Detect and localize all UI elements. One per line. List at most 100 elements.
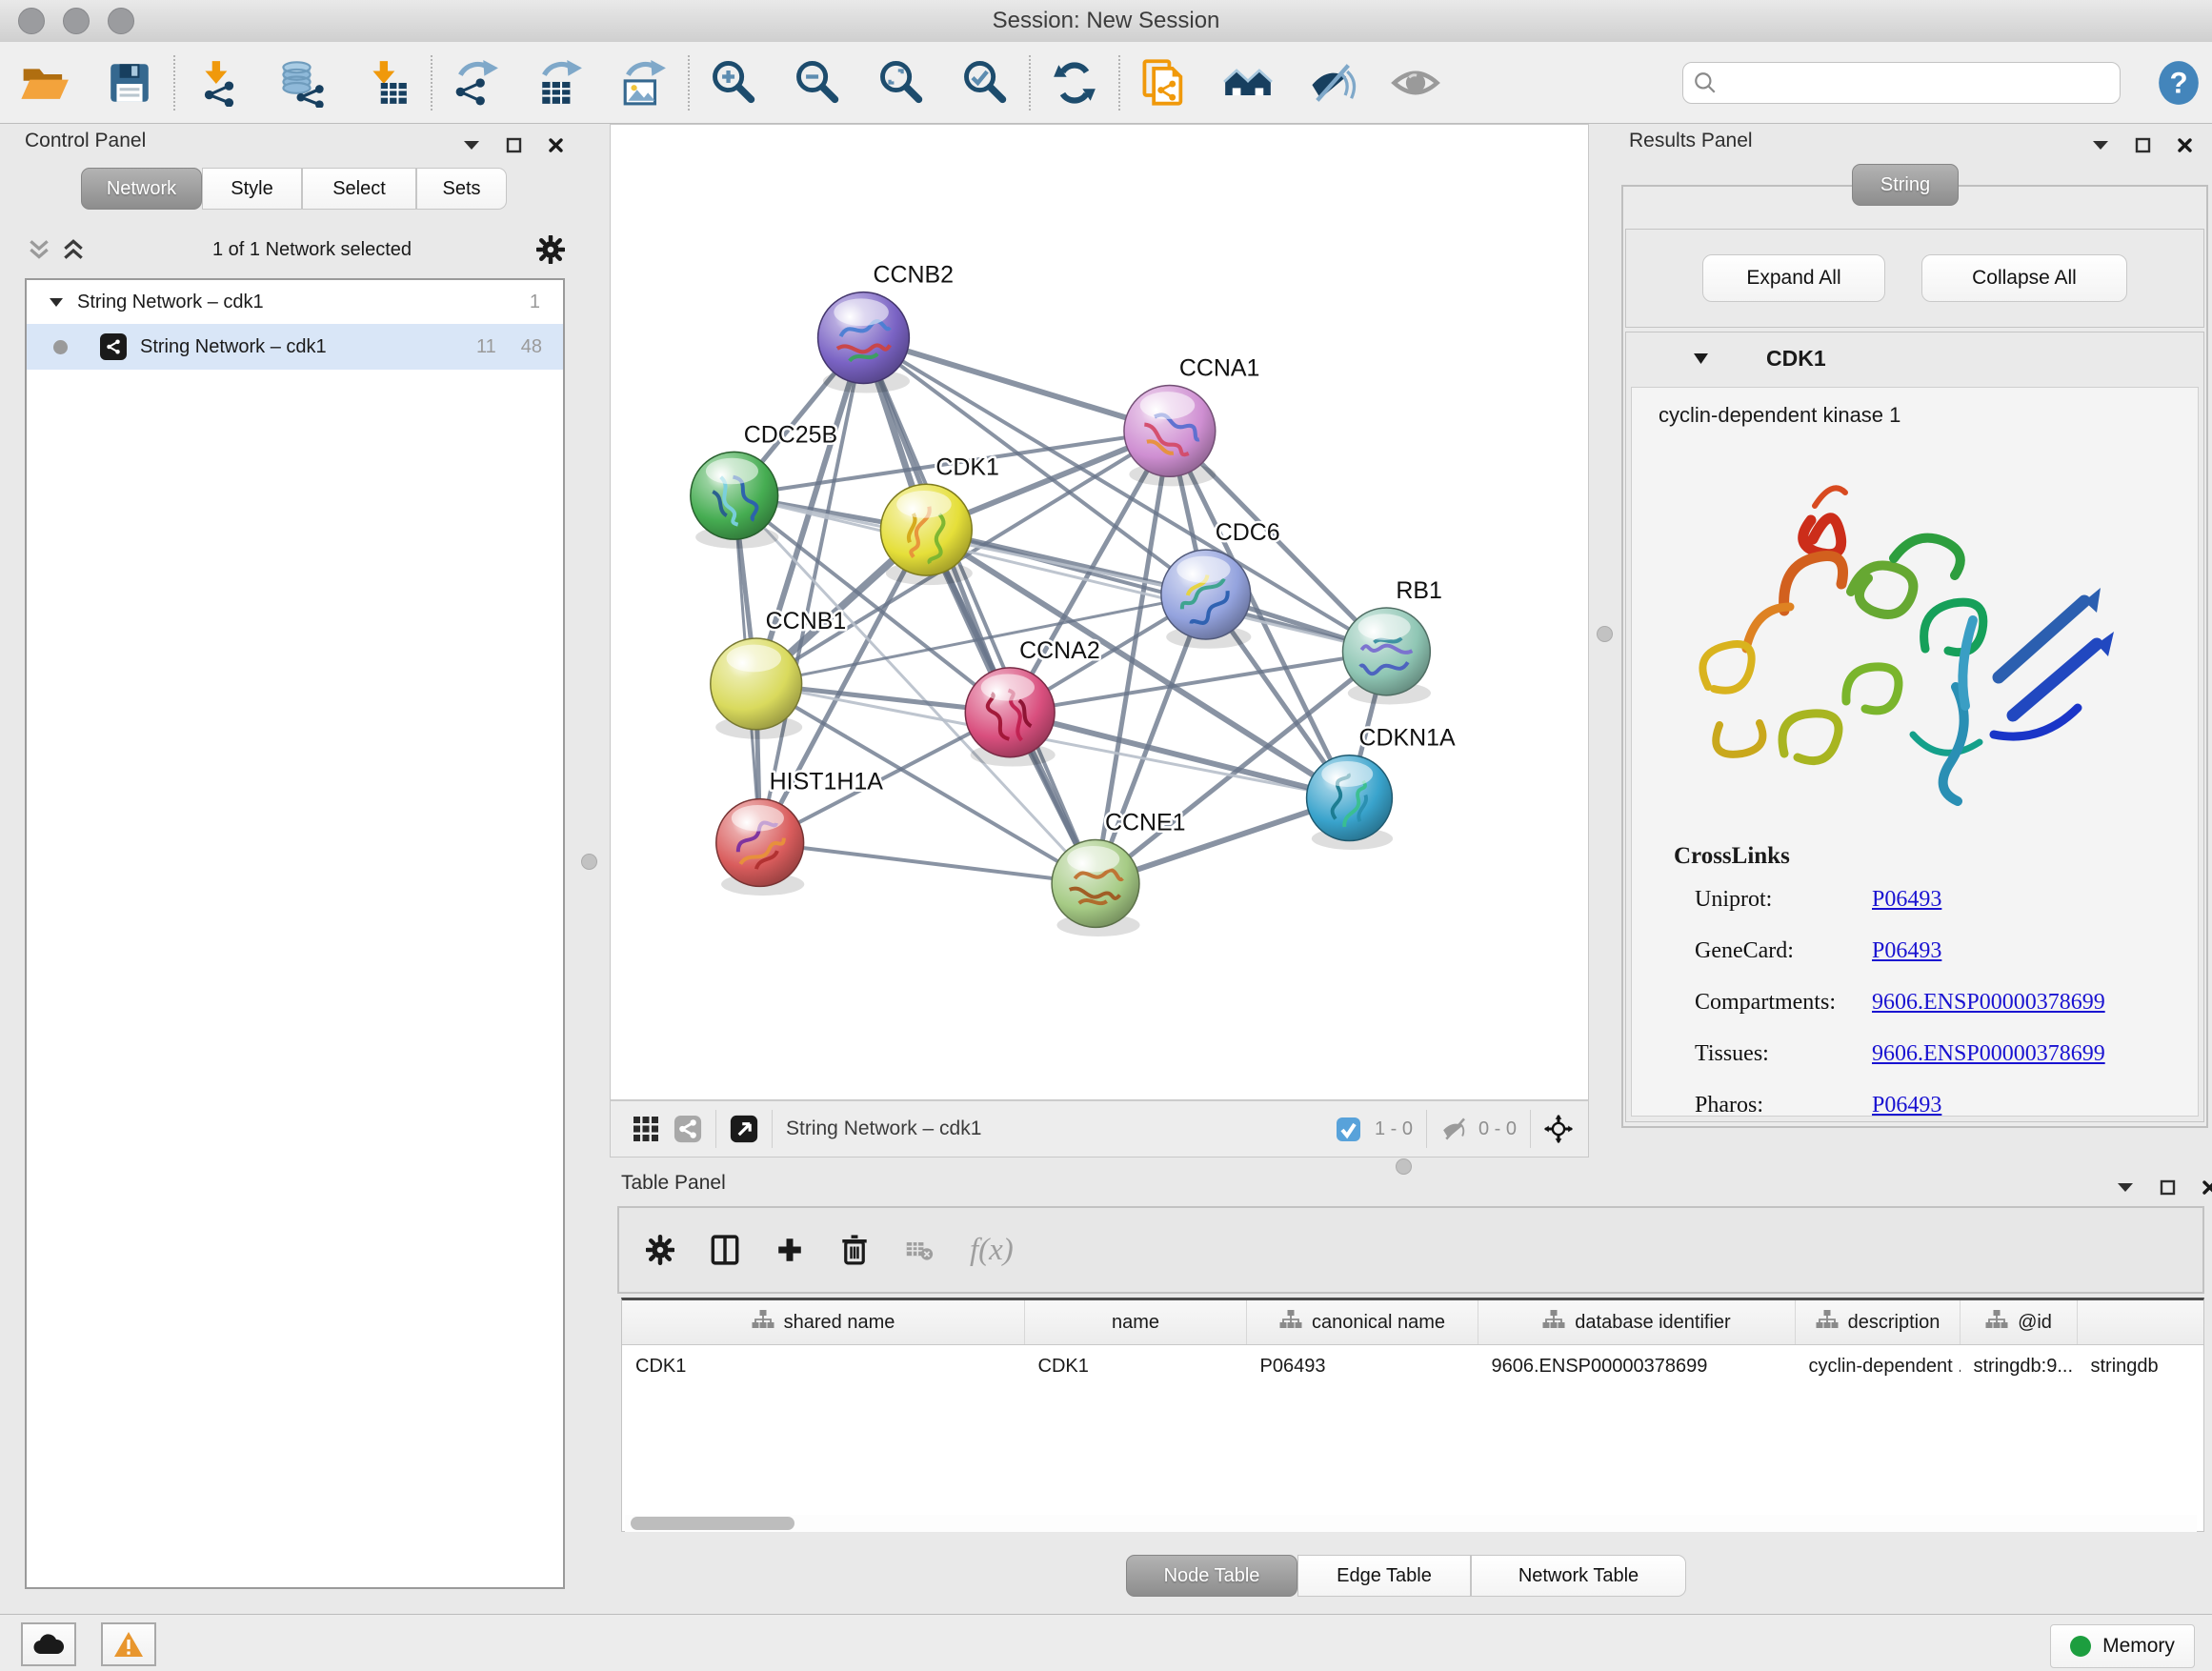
column-header-canonical-name[interactable]: canonical name (1247, 1300, 1478, 1345)
column-header-database-identifier[interactable]: database identifier (1478, 1300, 1796, 1345)
column-header-name[interactable]: name (1025, 1300, 1247, 1345)
open-file-button[interactable] (0, 51, 88, 114)
network-edge-HIST1H1A-CCNE1[interactable] (760, 843, 1096, 884)
protein-section-header[interactable]: CDK1 (1626, 332, 2203, 384)
table-cell[interactable]: CDK1 (1025, 1345, 1247, 1388)
refresh-view-button[interactable] (1033, 51, 1116, 114)
warnings-button[interactable] (101, 1622, 156, 1666)
overview-windows-button[interactable] (1206, 51, 1290, 114)
save-session-button[interactable] (88, 51, 171, 114)
import-network-file-button[interactable] (177, 51, 261, 114)
column-header-shared-name[interactable]: shared name (622, 1300, 1025, 1345)
expand-all-networks-icon[interactable] (59, 238, 88, 261)
panel-menu-icon[interactable] (2086, 133, 2115, 156)
table-cell[interactable]: cyclin-dependent ... (1796, 1345, 1961, 1388)
panel-menu-icon[interactable] (2111, 1176, 2140, 1198)
crosslink-link[interactable]: P06493 (1872, 887, 1941, 913)
memory-button[interactable]: Memory (2050, 1624, 2195, 1668)
import-network-database-button[interactable] (261, 51, 345, 114)
column-header-description[interactable]: description (1796, 1300, 1961, 1345)
hide-unhide-button[interactable] (1290, 51, 1374, 114)
bottom-splitter-handle[interactable] (1396, 1158, 1412, 1175)
table-cell[interactable]: CDK1 (622, 1345, 1025, 1388)
panel-float-icon[interactable] (499, 133, 528, 156)
network-edge-CDK1-RB1[interactable] (926, 530, 1386, 652)
panel-menu-icon[interactable] (457, 133, 486, 156)
network-node-CCNE1[interactable] (1052, 840, 1140, 936)
network-node-HIST1H1A[interactable] (716, 799, 805, 896)
crosslink-link[interactable]: P06493 (1872, 1093, 1941, 1118)
left-splitter-handle[interactable] (581, 854, 597, 870)
network-node-CDKN1A[interactable] (1307, 755, 1394, 850)
table-cell[interactable]: stringdb (2078, 1345, 2205, 1388)
add-column-icon[interactable] (775, 1238, 804, 1261)
share-view-icon[interactable] (674, 1117, 702, 1140)
network-edge-CCNB2-HIST1H1A[interactable] (760, 338, 864, 843)
section-expander-icon[interactable] (1693, 352, 1709, 365)
panel-float-icon[interactable] (2128, 133, 2157, 156)
zoom-out-button[interactable] (775, 51, 859, 114)
network-canvas[interactable]: CCNB2CCNA1CDC25BCDK1CDC6RB1CCNB1CCNA2CDK… (610, 124, 1589, 1100)
table-cell[interactable]: stringdb:9... (1961, 1345, 2078, 1388)
cloud-status-button[interactable] (21, 1622, 76, 1666)
table-cell[interactable]: 9606.ENSP00000378699 (1478, 1345, 1796, 1388)
search-input[interactable] (1718, 70, 2110, 95)
crosslink-link[interactable]: 9606.ENSP00000378699 (1872, 1041, 2105, 1067)
collapse-all-networks-icon[interactable] (25, 238, 53, 261)
network-node-CDK1[interactable] (880, 484, 972, 585)
network-node-RB1[interactable] (1343, 608, 1432, 704)
tab-node-table[interactable]: Node Table (1126, 1555, 1297, 1597)
string-copy-network-button[interactable] (1122, 51, 1206, 114)
zoom-fit-button[interactable] (859, 51, 943, 114)
tab-network-table[interactable]: Network Table (1471, 1555, 1686, 1597)
help-button[interactable]: ? (2145, 51, 2212, 114)
table-row[interactable]: CDK1CDK1P064939606.ENSP00000378699cyclin… (622, 1345, 2204, 1388)
export-table-button[interactable] (518, 51, 602, 114)
collection-expander-icon[interactable] (50, 297, 64, 308)
network-node-CDC6[interactable] (1161, 550, 1251, 649)
network-node-CCNA2[interactable] (965, 668, 1055, 767)
panel-float-icon[interactable] (2153, 1176, 2182, 1198)
right-splitter-handle[interactable] (1597, 626, 1613, 642)
network-node-CCNB2[interactable] (818, 292, 910, 393)
show-eye-button[interactable] (1374, 51, 1458, 114)
scrollbar-thumb[interactable] (631, 1517, 794, 1530)
tab-sets[interactable]: Sets (416, 168, 507, 210)
tab-select[interactable]: Select (302, 168, 416, 210)
tab-edge-table[interactable]: Edge Table (1297, 1555, 1471, 1597)
network-edge-CCNB2-CCNE1[interactable] (863, 338, 1096, 884)
selected-checkbox-icon[interactable] (1335, 1117, 1363, 1140)
panel-close-icon[interactable] (2170, 133, 2199, 156)
crosslink-link[interactable]: 9606.ENSP00000378699 (1872, 990, 2105, 1016)
birdseye-view-icon[interactable] (730, 1117, 758, 1140)
table-horizontal-scrollbar[interactable] (625, 1515, 2197, 1532)
panel-close-icon[interactable] (2195, 1176, 2212, 1198)
column-header-namespace[interactable]: namespace (2078, 1300, 2205, 1345)
zoom-in-button[interactable] (692, 51, 775, 114)
network-collection-row[interactable]: String Network – cdk1 1 (27, 280, 563, 324)
table-cell[interactable]: P06493 (1247, 1345, 1478, 1388)
export-image-button[interactable] (602, 51, 686, 114)
tab-style[interactable]: Style (202, 168, 302, 210)
grid-view-icon[interactable] (632, 1117, 660, 1140)
global-search-box[interactable] (1682, 62, 2121, 104)
network-node-CCNB1[interactable] (711, 638, 802, 739)
network-node-CCNA1[interactable] (1124, 385, 1216, 486)
expand-all-button[interactable]: Expand All (1702, 254, 1885, 302)
collapse-all-button[interactable]: Collapse All (1921, 254, 2127, 302)
tab-string[interactable]: String (1852, 164, 1959, 206)
column-header--id[interactable]: @id (1961, 1300, 2078, 1345)
table-settings-gear-icon[interactable] (646, 1238, 674, 1261)
network-node-CDC25B[interactable] (691, 452, 779, 548)
network-edge-CCNB2-CCNA1[interactable] (863, 338, 1169, 432)
network-options-gear-icon[interactable] (536, 238, 565, 261)
zoom-selected-button[interactable] (943, 51, 1027, 114)
show-columns-icon[interactable] (711, 1238, 739, 1261)
panel-close-icon[interactable] (541, 133, 570, 156)
crosshair-pan-icon[interactable] (1544, 1117, 1573, 1140)
import-table-file-button[interactable] (345, 51, 429, 114)
crosslink-link[interactable]: P06493 (1872, 938, 1941, 964)
export-network-button[interactable] (434, 51, 518, 114)
tab-network[interactable]: Network (81, 168, 202, 210)
network-row-selected[interactable]: String Network – cdk1 11 48 (27, 324, 563, 370)
